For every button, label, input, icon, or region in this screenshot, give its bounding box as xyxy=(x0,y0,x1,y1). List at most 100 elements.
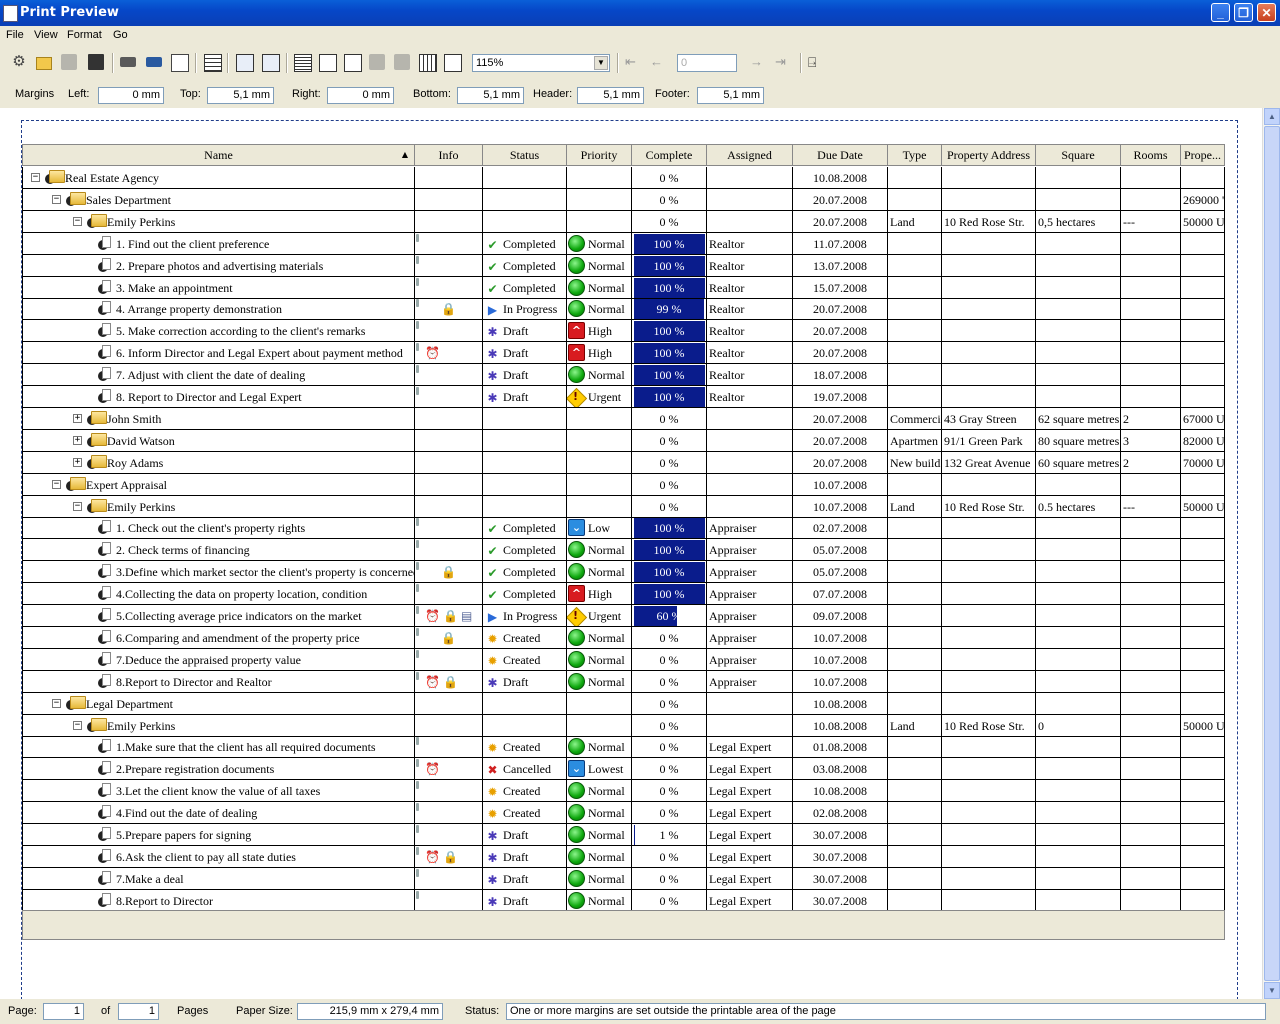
close-button[interactable]: ✕ xyxy=(1257,3,1276,22)
task-row[interactable]: 6.Ask the client to pay all state duties… xyxy=(22,845,1225,868)
scroll-thumb[interactable] xyxy=(1264,126,1280,981)
column-header-square[interactable]: Square xyxy=(1036,144,1121,166)
find-icon[interactable] xyxy=(262,54,280,72)
task-row[interactable]: 8.Report to Director ✱ Draft Normal 0 % Legal… xyxy=(22,889,1225,912)
task-row[interactable]: 8. Report to Director and Legal Expert ✱ D… xyxy=(22,386,1225,408)
save-icon[interactable] xyxy=(88,54,104,70)
task-row[interactable]: 5.Prepare papers for signing ✱ Draft Normal… xyxy=(22,824,1225,846)
task-row[interactable]: 3. Make an appointment ✔ Completed Normal 10… xyxy=(22,276,1225,299)
column-header-address[interactable]: Property Address xyxy=(942,144,1036,166)
previous-page-icon[interactable]: ← xyxy=(650,54,666,70)
task-row[interactable]: 7.Deduce the appraised property value ✹ Cr… xyxy=(22,648,1225,671)
group-row[interactable]: − Expert Appraisal 0 % 10.07.2008 xyxy=(22,473,1225,496)
menu-format[interactable]: Format xyxy=(67,29,102,41)
expand-icon[interactable]: + xyxy=(73,413,82,423)
task-row[interactable]: 1. Find out the client preference ✔ Comple… xyxy=(22,232,1225,255)
column-header-rooms[interactable]: Rooms xyxy=(1121,144,1181,166)
open-icon[interactable] xyxy=(36,57,52,70)
task-row[interactable]: 4.Find out the date of dealing ✹ Created No… xyxy=(22,802,1225,825)
menu-file[interactable]: File xyxy=(6,29,24,41)
collapse-icon[interactable]: − xyxy=(73,720,82,730)
quick-print-icon[interactable] xyxy=(146,57,162,67)
scroll-up-icon[interactable]: ▲ xyxy=(1264,108,1280,125)
collapse-icon[interactable]: − xyxy=(31,173,40,182)
column-header-info[interactable]: Info xyxy=(415,144,483,166)
column-header-complete[interactable]: Complete xyxy=(632,144,707,166)
task-row[interactable]: 1.Make sure that the client has all requ… xyxy=(22,736,1225,759)
group-row[interactable]: − Emily Perkins 0 % 10.08.2008 Land 10 Red Ro… xyxy=(22,714,1225,737)
group-row[interactable]: − Emily Perkins 0 % 10.07.2008 Land 10 Red Ro… xyxy=(22,495,1225,518)
collapse-icon[interactable]: − xyxy=(73,501,82,511)
scroll-down-icon[interactable]: ▼ xyxy=(1264,982,1280,999)
task-row[interactable]: 3.Define which market sector the client'… xyxy=(22,561,1225,584)
next-page-icon[interactable]: → xyxy=(750,54,766,70)
whole-page-icon[interactable] xyxy=(344,54,362,72)
exit-icon[interactable]: ⍈ xyxy=(808,54,824,70)
vertical-scrollbar[interactable]: ▲ ▼ xyxy=(1262,108,1280,999)
four-pages-icon[interactable] xyxy=(394,54,410,70)
top-margin-field[interactable]: 5,1 mm xyxy=(207,87,274,104)
grid-icon[interactable] xyxy=(204,54,222,72)
column-header-name[interactable]: Name ▲ xyxy=(22,144,415,166)
task-row[interactable]: 8.Report to Director and Realtor ⏰ 🔒 ✱ Draft… xyxy=(22,670,1225,693)
book-view-icon[interactable] xyxy=(171,54,189,72)
column-header-assigned[interactable]: Assigned xyxy=(707,144,793,166)
task-row[interactable]: 4.Collecting the data on property locati… xyxy=(22,583,1225,606)
multiple-pages-icon[interactable] xyxy=(419,54,437,72)
left-margin-field[interactable]: 0 mm xyxy=(98,87,164,104)
copy-page-icon[interactable] xyxy=(236,54,254,72)
group-row[interactable]: + John Smith 0 % 20.07.2008 Commerci 43 Gray … xyxy=(22,407,1225,430)
page-spinner[interactable]: 0 xyxy=(677,54,737,72)
header-margin-field[interactable]: 5,1 mm xyxy=(577,87,644,104)
cell-complete: 100 % xyxy=(632,539,707,562)
fit-page-icon[interactable] xyxy=(444,54,462,72)
column-header-due[interactable]: Due Date xyxy=(793,144,888,166)
expand-icon[interactable]: + xyxy=(73,435,82,445)
menu-go[interactable]: Go xyxy=(113,29,128,41)
task-row[interactable]: 7.Make a deal ✱ Draft Normal 0 % Legal Expert… xyxy=(22,867,1225,890)
first-page-icon[interactable]: ⇤ xyxy=(625,54,641,70)
collapse-icon[interactable]: − xyxy=(52,194,61,204)
print-icon[interactable] xyxy=(120,57,136,67)
group-row[interactable]: − Real Estate Agency 0 % 10.08.2008 xyxy=(22,167,1225,189)
group-row[interactable]: − Legal Department 0 % 10.08.2008 xyxy=(22,692,1225,715)
two-pages-icon[interactable] xyxy=(369,54,385,70)
group-row[interactable]: + Roy Adams 0 % 20.07.2008 New build 132 Grea… xyxy=(22,451,1225,474)
task-row[interactable]: 5. Make correction according to the clie… xyxy=(22,320,1225,343)
task-row[interactable]: 2. Check terms of financing ✔ Completed Nor… xyxy=(22,539,1225,562)
expand-icon[interactable]: + xyxy=(73,457,82,467)
page-setup-icon[interactable]: ⚙ xyxy=(11,54,27,70)
last-page-icon[interactable]: ⇥ xyxy=(775,54,791,70)
column-header-prop[interactable]: Prope... xyxy=(1181,144,1225,166)
maximize-button[interactable]: ❐ xyxy=(1234,3,1253,22)
page-width-icon[interactable] xyxy=(319,54,337,72)
task-row[interactable]: 5.Collecting average price indicators on… xyxy=(22,605,1225,627)
export-icon[interactable] xyxy=(61,54,77,70)
task-row[interactable]: 4. Arrange property demonstration 🔒 ▶ In Pr… xyxy=(22,298,1225,321)
footer-margin-field[interactable]: 5,1 mm xyxy=(697,87,764,104)
task-row[interactable]: 2.Prepare registration documents ⏰ ✖ Cancel… xyxy=(22,758,1225,781)
collapse-icon[interactable]: − xyxy=(52,479,61,489)
task-row[interactable]: 1. Check out the client's property right… xyxy=(22,517,1225,540)
zoom-select[interactable]: 115% ▼ xyxy=(472,54,610,72)
minimize-button[interactable]: _ xyxy=(1211,3,1230,22)
cell-address: 132 Great Avenue xyxy=(942,451,1036,474)
chevron-down-icon[interactable]: ▼ xyxy=(594,56,608,70)
menu-view[interactable]: View xyxy=(34,29,58,41)
task-row[interactable]: 7. Adjust with client the date of dealin… xyxy=(22,364,1225,387)
column-header-priority[interactable]: Priority xyxy=(567,144,632,166)
one-page-icon[interactable] xyxy=(294,54,312,72)
column-header-status[interactable]: Status xyxy=(483,144,567,166)
task-row[interactable]: 2. Prepare photos and advertising materi… xyxy=(22,254,1225,277)
group-row[interactable]: + David Watson 0 % 20.07.2008 Apartmen 91/1 G… xyxy=(22,429,1225,452)
collapse-icon[interactable]: − xyxy=(52,698,61,708)
task-row[interactable]: 3.Let the client know the value of all t… xyxy=(22,780,1225,803)
bottom-margin-field[interactable]: 5,1 mm xyxy=(457,87,524,104)
group-row[interactable]: − Emily Perkins 0 % 20.07.2008 Land 10 Red Ro… xyxy=(22,210,1225,233)
right-margin-field[interactable]: 0 mm xyxy=(327,87,394,104)
task-row[interactable]: 6.Comparing and amendment of the propert… xyxy=(22,626,1225,649)
group-row[interactable]: − Sales Department 0 % 20.07.2008 269000 ' xyxy=(22,188,1225,211)
collapse-icon[interactable]: − xyxy=(73,216,82,226)
column-header-type[interactable]: Type xyxy=(888,144,942,166)
task-row[interactable]: 6. Inform Director and Legal Expert abou… xyxy=(22,342,1225,365)
